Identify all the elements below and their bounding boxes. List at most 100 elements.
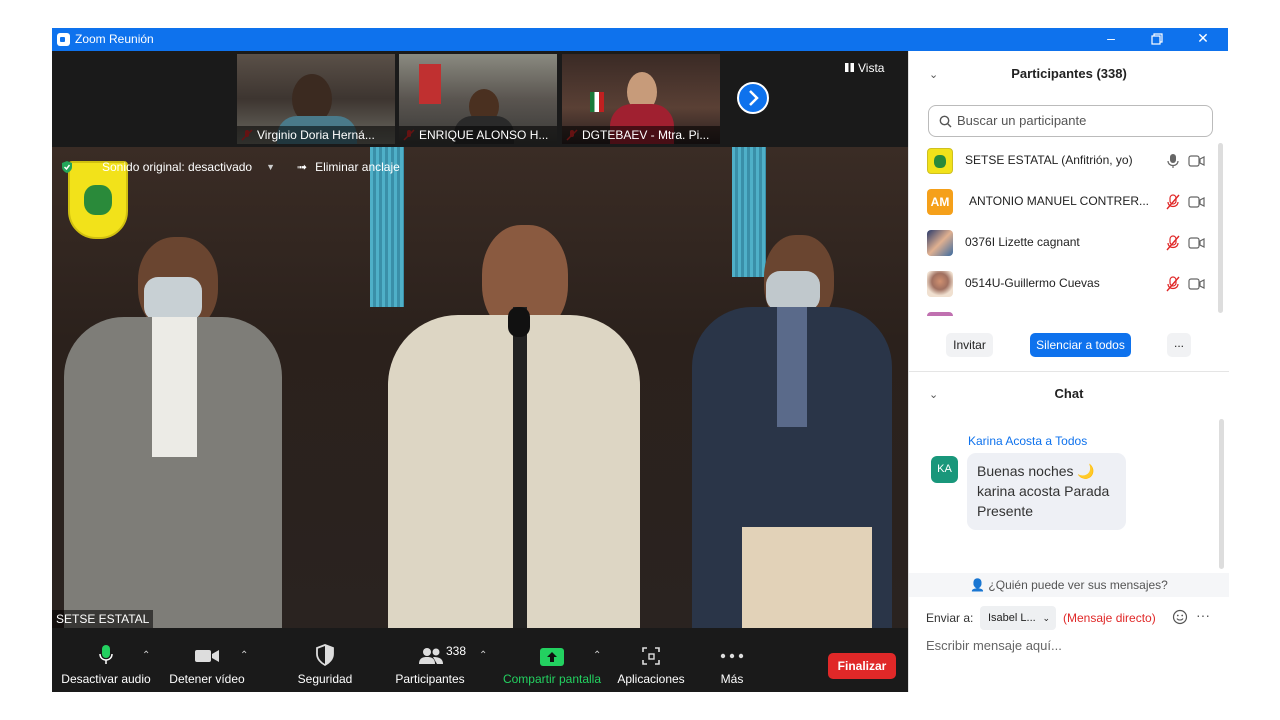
avatar <box>927 148 953 174</box>
participant-name: Virginio Doria Herná... <box>237 126 395 144</box>
restore-icon <box>1151 33 1163 45</box>
participant-row[interactable]: 0376I Lizette cagnant <box>909 223 1219 264</box>
participant-name: 0514U-Guillermo Cuevas <box>965 276 1100 290</box>
video-camera-icon[interactable] <box>1188 237 1205 249</box>
chat-more-options-icon[interactable]: ··· <box>1196 607 1210 623</box>
stop-video-label: Detener vídeo <box>169 672 245 686</box>
send-to-select[interactable]: Isabel L... ⌄ <box>980 606 1056 630</box>
pants <box>742 527 872 628</box>
direct-message-label: (Mensaje directo) <box>1063 611 1156 625</box>
participants-button[interactable]: 338 Participantes <box>388 628 472 692</box>
mute-label: Desactivar audio <box>61 672 151 686</box>
participant-name: 0376I Lizette cagnant <box>965 235 1080 249</box>
more-options-button[interactable]: ... <box>1167 333 1191 357</box>
who-can-see-label: ¿Quién puede ver sus mensajes? <box>988 578 1168 592</box>
decoration-tassel <box>732 147 766 277</box>
close-button[interactable]: ✕ <box>1180 28 1226 51</box>
mute-all-button[interactable]: Silenciar a todos <box>1030 333 1131 357</box>
speaker-name: SETSE ESTATAL <box>52 610 154 628</box>
microphone-stand <box>513 307 527 628</box>
mic-muted-icon[interactable] <box>1166 276 1180 292</box>
participants-title: Participantes (338) <box>1011 66 1127 81</box>
original-sound-toggle[interactable]: Sonido original: desactivado <box>102 160 252 174</box>
zoom-window: Zoom Reunión – ✕ Virginio Doria Herná...… <box>52 28 1229 692</box>
share-screen-button[interactable]: Compartir pantalla <box>496 628 608 692</box>
participants-scrollbar[interactable] <box>1218 143 1223 313</box>
next-page-button[interactable] <box>737 82 769 114</box>
emoji-icon[interactable] <box>1172 609 1188 625</box>
participants-count: 338 <box>446 644 467 658</box>
security-button[interactable]: Seguridad <box>290 628 360 692</box>
minimize-button[interactable]: – <box>1088 28 1134 51</box>
restore-button[interactable] <box>1134 28 1180 51</box>
flag-shape <box>419 64 441 104</box>
participant-row[interactable]: AM ANTONIO MANUEL CONTRER... <box>909 182 1219 223</box>
participant-search-input[interactable]: Buscar un participante <box>928 105 1213 137</box>
participant-thumbnail[interactable]: Virginio Doria Herná... <box>237 54 395 144</box>
send-to-label: Enviar a: <box>926 611 974 625</box>
zoom-logo-icon <box>57 33 70 46</box>
video-area: Virginio Doria Herná... ENRIQUE ALONSO H… <box>52 51 908 628</box>
more-button[interactable]: Más <box>706 628 758 692</box>
share-options-caret[interactable]: ⌃ <box>593 650 601 661</box>
participant-row[interactable] <box>909 305 1219 316</box>
title-bar: Zoom Reunión – ✕ <box>52 28 1228 51</box>
participant-name: SETSE ESTATAL (Anfitrión, yo) <box>965 153 1133 167</box>
video-options-caret[interactable]: ⌃ <box>240 650 248 661</box>
share-screen-icon <box>540 648 564 666</box>
chat-scrollbar[interactable] <box>1219 419 1224 569</box>
mic-muted-icon[interactable] <box>1166 235 1180 251</box>
chat-title: Chat <box>1054 386 1084 401</box>
participant-row[interactable]: 0514U-Guillermo Cuevas <box>909 264 1219 305</box>
microphone-icon[interactable] <box>1166 153 1180 169</box>
person-lock-icon: 👤 <box>970 578 986 592</box>
chevron-right-icon <box>749 90 759 106</box>
shirt <box>777 307 807 427</box>
original-sound-bar: Sonido original: desactivado ▼ ➟ Elimina… <box>60 155 400 179</box>
who-can-see-link[interactable]: 👤 ¿Quién puede ver sus mensajes? <box>909 573 1229 597</box>
participants-label: Participantes <box>395 672 465 686</box>
participant-row[interactable]: SETSE ESTATAL (Anfitrión, yo) <box>909 141 1219 182</box>
participants-options-caret[interactable]: ⌃ <box>479 650 487 661</box>
avatar <box>927 271 953 297</box>
participant-thumbnail[interactable]: DGTEBAEV - Mtra. Pi... <box>562 54 720 144</box>
participant-name: DGTEBAEV - Mtra. Pi... <box>562 126 720 144</box>
avatar <box>927 312 953 316</box>
video-camera-icon[interactable] <box>1188 278 1205 290</box>
chat-message-input[interactable]: Escribir mensaje aquí... <box>926 638 1062 653</box>
mic-muted-icon[interactable] <box>1166 194 1180 210</box>
face-mask <box>766 271 820 311</box>
chat-message-line: karina acosta Parada <box>977 483 1110 499</box>
view-button[interactable]: Vista <box>845 61 884 75</box>
avatar <box>927 230 953 256</box>
apps-button[interactable]: Aplicaciones <box>612 628 690 692</box>
microphone <box>508 307 530 337</box>
chat-avatar: KA <box>931 456 958 483</box>
participant-name: ANTONIO MANUEL CONTRER... <box>969 194 1150 208</box>
search-placeholder: Buscar un participante <box>957 113 1087 128</box>
unpin-button[interactable]: Eliminar anclaje <box>315 160 400 174</box>
send-to-value: Isabel L... <box>988 612 1036 624</box>
divider <box>909 371 1229 372</box>
invite-button[interactable]: Invitar <box>946 333 993 357</box>
stop-video-button[interactable]: Detener vídeo <box>166 628 248 692</box>
video-camera-icon[interactable] <box>1188 196 1205 208</box>
avatar: AM <box>927 189 953 215</box>
window-title: Zoom Reunión <box>75 32 154 46</box>
participant-thumbnail[interactable]: ENRIQUE ALONSO H... <box>399 54 557 144</box>
end-meeting-button[interactable]: Finalizar <box>828 653 896 679</box>
face-mask <box>144 277 202 321</box>
chat-message-line: Presente <box>977 503 1034 519</box>
side-panel: ⌄ Participantes (338) Buscar un particip… <box>908 51 1229 692</box>
chevron-down-icon: ⌄ <box>1042 613 1050 623</box>
share-screen-label: Compartir pantalla <box>502 672 602 686</box>
view-label: Vista <box>858 61 885 75</box>
search-icon <box>939 115 952 128</box>
chevron-down-icon[interactable]: ▼ <box>266 162 275 172</box>
apps-label: Aplicaciones <box>617 672 685 686</box>
video-camera-icon[interactable] <box>1188 155 1205 167</box>
mute-button[interactable]: Desactivar audio <box>60 628 152 692</box>
shield-icon <box>316 644 334 666</box>
pin-icon: ➟ <box>297 160 308 174</box>
audio-options-caret[interactable]: ⌃ <box>142 650 150 661</box>
